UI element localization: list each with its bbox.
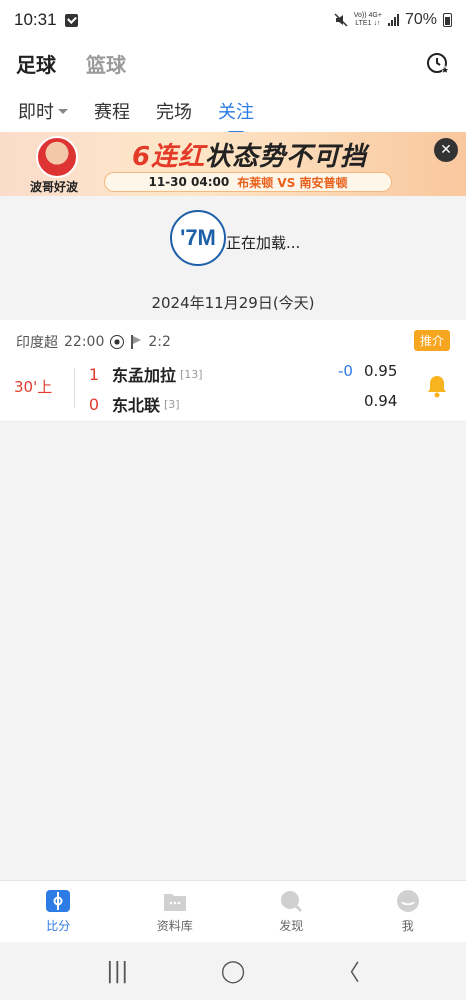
home-score: 1 <box>88 364 100 384</box>
corner-count: 2:2 <box>148 334 171 350</box>
divider <box>74 368 75 408</box>
headline-red-text: 6连红 <box>132 142 206 172</box>
expert-name: 波哥好波 <box>30 180 79 194</box>
back-button[interactable]: 〈 <box>338 955 360 987</box>
match-minute: 30'上 <box>14 378 53 396</box>
nav-database-label: 资料库 <box>156 919 193 933</box>
network-bottom-text: LTE1 ↓↑ <box>355 20 381 27</box>
football-icon <box>110 335 125 349</box>
battery-percent: 70% <box>404 11 437 28</box>
battery-icon <box>443 13 452 27</box>
profile-icon <box>396 890 419 912</box>
banner-match-time: 11-30 04:00 <box>148 175 230 189</box>
notification-check-icon <box>64 13 78 27</box>
date-header: 2024年11月29日(今天) <box>151 294 315 312</box>
dropdown-caret-icon <box>58 108 68 114</box>
nav-discover[interactable]: 发现 <box>233 881 350 942</box>
tab-live-label: 即时 <box>18 102 54 123</box>
brand-logo: '7M <box>170 210 226 266</box>
close-banner-button[interactable]: ✕ <box>434 138 458 162</box>
banner-match-teams: 布莱顿 VS 南安普顿 <box>237 175 348 190</box>
network-top-text: Vo)) 4G+ <box>353 12 382 19</box>
status-time: 10:31 <box>14 10 57 29</box>
nav-score-label: 比分 <box>46 919 71 933</box>
nav-discover-label: 发现 <box>279 919 304 933</box>
match-card[interactable]: 印度超 22:00 2:2 推介 30'上 1 东孟加拉 [13] 0 东北联 … <box>0 320 466 422</box>
home-team-rank: [13] <box>180 367 203 381</box>
network-indicator: Vo)) 4G+ LTE1 ↓↑ <box>354 12 382 28</box>
away-odds: 0.94 <box>364 392 398 410</box>
favorite-history-icon[interactable] <box>426 51 450 75</box>
score-icon <box>46 890 71 912</box>
handicap-value: -0 <box>338 362 353 380</box>
headline-black-text: 状态势不可挡 <box>205 142 368 172</box>
tab-schedule[interactable]: 赛程 <box>94 98 130 124</box>
away-team-rank: [3] <box>164 397 180 411</box>
system-nav-bar: ||| ◯ 〈 <box>0 942 466 1000</box>
banner-headline: 6连红状态势不可挡 <box>132 136 367 173</box>
loading-text: 正在加载... <box>226 234 301 252</box>
avatar <box>36 136 78 178</box>
status-icons: Vo)) 4G+ LTE1 ↓↑ 70% <box>334 11 452 29</box>
database-icon <box>163 894 186 911</box>
tab-basketball[interactable]: 篮球 <box>86 49 126 78</box>
nav-score[interactable]: 比分 <box>0 881 117 942</box>
league-row: 印度超 22:00 2:2 <box>16 332 171 352</box>
recommend-badge[interactable]: 推介 <box>413 330 450 351</box>
sub-tabs: 即时 赛程 完场 关注 <box>0 86 466 132</box>
recents-button[interactable]: ||| <box>106 959 128 984</box>
nav-profile[interactable]: 我 <box>350 881 466 942</box>
top-header: 足球 篮球 <box>0 40 466 86</box>
home-button[interactable]: ◯ <box>221 959 246 984</box>
signal-icon <box>387 14 399 26</box>
home-team-name: 东孟加拉 <box>112 366 177 385</box>
promo-banner[interactable]: 波哥好波 6连红状态势不可挡 11-30 04:00 布莱顿 VS 南安普顿 ✕ <box>0 132 466 196</box>
away-score: 0 <box>88 394 100 414</box>
tab-live[interactable]: 即时 <box>18 98 68 124</box>
tab-following[interactable]: 关注 <box>218 98 254 124</box>
tab-football[interactable]: 足球 <box>16 49 56 78</box>
status-bar: 10:31 Vo)) 4G+ LTE1 ↓↑ 70% <box>0 0 466 40</box>
tab-finished[interactable]: 完场 <box>156 98 192 124</box>
nav-profile-label: 我 <box>401 919 414 933</box>
kickoff-time: 22:00 <box>64 334 105 350</box>
bottom-nav: 比分 资料库 发现 我 <box>0 880 466 942</box>
loading-area: '7M 正在加载... 2024年11月29日(今天) <box>0 196 466 320</box>
corner-flag-icon <box>130 335 142 349</box>
bell-icon[interactable] <box>426 374 448 398</box>
away-team-name: 东北联 <box>112 396 161 415</box>
league-name: 印度超 <box>16 335 58 351</box>
discover-icon <box>281 891 303 913</box>
nav-database[interactable]: 资料库 <box>117 881 234 942</box>
banner-match-strip: 11-30 04:00 布莱顿 VS 南安普顿 <box>104 172 392 192</box>
away-team-row: 0 东北联 [3] <box>88 392 180 416</box>
mute-icon <box>334 13 348 27</box>
home-odds: 0.95 <box>364 362 398 380</box>
home-team-row: 1 东孟加拉 [13] <box>88 362 203 386</box>
